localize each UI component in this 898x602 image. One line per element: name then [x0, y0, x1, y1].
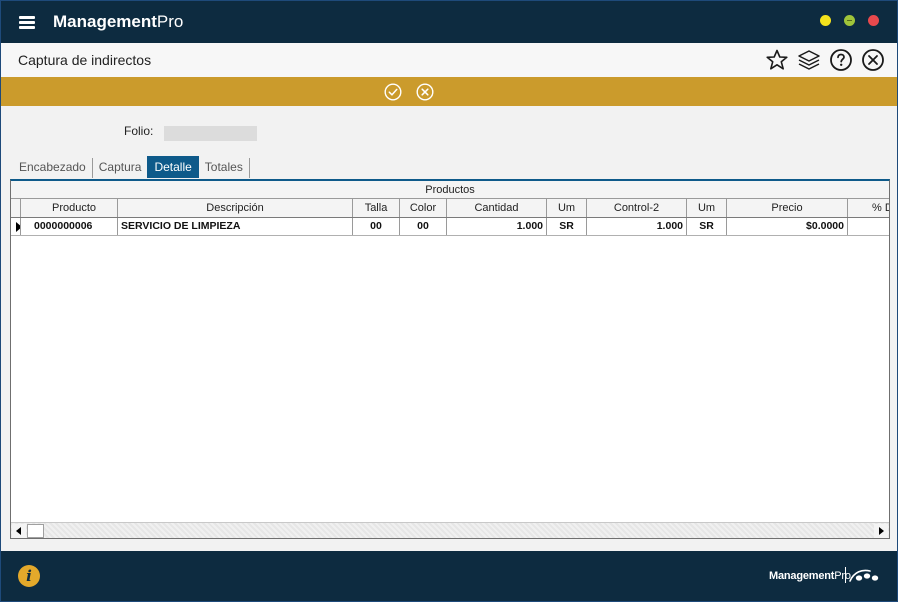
column-header-talla[interactable]: Talla: [353, 199, 400, 217]
column-header-um[interactable]: Um: [547, 199, 587, 217]
cell-descuento[interactable]: [848, 218, 889, 235]
window-close-button[interactable]: [868, 15, 879, 26]
tab-detalle[interactable]: Detalle: [147, 156, 199, 178]
check-circle-icon[interactable]: [384, 83, 402, 101]
horizontal-scrollbar[interactable]: [11, 522, 889, 538]
help-icon[interactable]: [829, 48, 853, 72]
layers-icon[interactable]: [797, 48, 821, 72]
module-header: Captura de indirectos: [1, 43, 897, 77]
action-bar: [1, 77, 897, 106]
tab-captura[interactable]: Captura: [93, 158, 148, 178]
content-area: Folio: Encabezado Captura Detalle Totale…: [1, 106, 897, 551]
grid-band-header: Productos: [11, 181, 889, 199]
page-title: Captura de indirectos: [18, 52, 152, 68]
star-icon[interactable]: [765, 48, 789, 72]
cell-um[interactable]: SR: [547, 218, 587, 235]
cell-precio[interactable]: $0.0000: [727, 218, 848, 235]
table-row[interactable]: 0000000006 SERVICIO DE LIMPIEZA 00 00 1.…: [11, 218, 889, 236]
row-indicator-icon: [11, 218, 21, 235]
cell-um-2[interactable]: SR: [687, 218, 727, 235]
info-icon[interactable]: i: [18, 565, 40, 587]
tab-encabezado[interactable]: Encabezado: [13, 158, 93, 178]
scroll-right-button[interactable]: [874, 524, 888, 538]
logo-swoosh-icon: [849, 569, 879, 582]
tab-bar: Encabezado Captura Detalle Totales: [13, 156, 250, 178]
footer-brand: ManagementPro: [769, 570, 851, 582]
column-header-producto[interactable]: Producto: [31, 199, 118, 217]
app-brand: ManagementPro: [53, 12, 184, 31]
footer-bar: i ManagementPro: [1, 551, 897, 601]
folio-label: Folio:: [124, 124, 154, 138]
column-header-control-2[interactable]: Control-2: [587, 199, 687, 217]
cell-cantidad[interactable]: 1.000: [447, 218, 547, 235]
column-header-descripcion[interactable]: Descripción: [118, 199, 353, 217]
column-header-descuento[interactable]: % D: [848, 199, 889, 217]
cancel-circle-icon[interactable]: [416, 83, 434, 101]
scroll-left-button[interactable]: [12, 524, 26, 538]
close-circle-icon[interactable]: [861, 48, 885, 72]
grid-column-headers: Producto Descripción Talla Color Cantida…: [11, 199, 889, 218]
hamburger-menu-icon[interactable]: [19, 16, 35, 29]
tab-totales[interactable]: Totales: [199, 158, 250, 178]
column-header-um-2[interactable]: Um: [687, 199, 727, 217]
column-header-precio[interactable]: Precio: [727, 199, 848, 217]
cell-color[interactable]: 00: [400, 218, 447, 235]
cell-control-2[interactable]: 1.000: [587, 218, 687, 235]
app-window: ManagementPro Captura de indirectos Foli…: [0, 0, 898, 602]
scrollbar-thumb[interactable]: [27, 524, 44, 538]
products-grid: Productos Producto Descripción Talla Col…: [10, 179, 890, 539]
cell-descripcion[interactable]: SERVICIO DE LIMPIEZA: [118, 218, 353, 235]
window-minimize-button[interactable]: [820, 15, 831, 26]
row-indicator-header: [11, 199, 21, 217]
cell-talla[interactable]: 00: [353, 218, 400, 235]
footer-separator: [845, 567, 846, 583]
column-header-cantidad[interactable]: Cantidad: [447, 199, 547, 217]
column-header-color[interactable]: Color: [400, 199, 447, 217]
title-bar: ManagementPro: [1, 1, 897, 43]
folio-input[interactable]: [164, 126, 257, 141]
cell-producto[interactable]: 0000000006: [31, 218, 118, 235]
window-maximize-button[interactable]: [844, 15, 855, 26]
